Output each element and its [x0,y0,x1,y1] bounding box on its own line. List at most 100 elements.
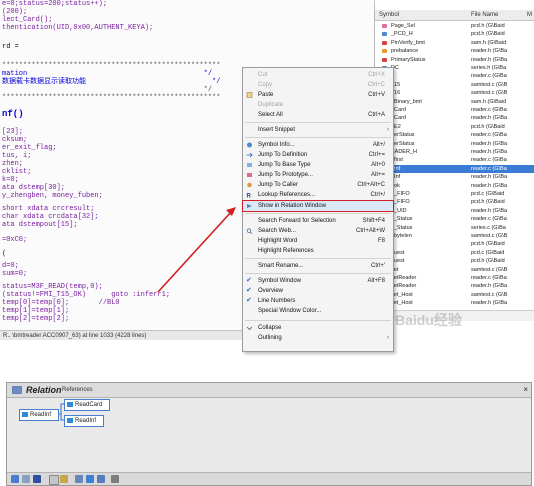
symbol-row[interactable]: dInf reader.c (G\Ba [375,164,534,173]
relation-node-child[interactable]: ReadCard [64,399,110,411]
symbol-row[interactable]: dreader.c (G\Ba [375,72,534,80]
symbol-row[interactable]: setReader reader.h (G\Ba [375,282,534,290]
menu-item-paste[interactable]: Paste Ctrl+V [243,90,393,100]
code-line: temp[0]=temp[0]; //BL0 [2,299,120,307]
symbol-row[interactable]: set_Host reader.h (G\Ba [375,299,534,307]
symbol-row[interactable]: dCard reader.h (G\Ba [375,114,534,122]
gear-icon[interactable] [111,475,119,483]
symbol-table-header: Symbol File Name M [375,10,534,21]
menu-item-smart-rename[interactable]: Smart Rename... Ctrl+' [243,261,393,271]
symbol-row[interactable]: d_FIFO pcd.c (G\Baid [375,190,534,198]
symbol-row[interactable]: v_Status series.c (G\Ba [375,224,534,232]
symbol-row[interactable]: derStatus reader.h (G\Ba [375,140,534,148]
menu-item-search-web[interactable]: Search Web... Ctrl+Alt+W [243,226,393,236]
svg-text:R: R [247,194,252,199]
tree-icon[interactable] [97,475,105,483]
settings-icon[interactable] [60,475,68,483]
symbol-file: reader.h (G\Ba [471,207,508,214]
references-icon: R [247,194,252,199]
menu-item-jump-to-prototype[interactable]: Jump To Prototype... Alt+= [243,170,393,180]
symbol-file: pcd.h (G\Baid [471,258,505,265]
symbol-row[interactable]: prebalance reader.h (G\Ba [375,47,534,55]
menu-item-highlight-word[interactable]: Highlight Word F8 [243,236,393,246]
base-type-icon [247,163,252,167]
column-header-file-name[interactable]: File Name [471,10,498,20]
code-line: temp[2]=temp[2]; [2,315,70,323]
menu-item-cut[interactable]: Cut Ctrl+X [243,70,393,80]
code-line: tus, i; [2,152,32,160]
symbol-row[interactable]: dInf reader.h (G\Ba [375,173,534,181]
menu-item-jump-to-base-type[interactable]: Jump To Base Type Alt+0 [243,160,393,170]
symbol-row[interactable]: setReader reader.c (G\Ba [375,274,534,282]
symbol-type-icon [382,57,387,62]
code-line: temp[1]=temp[1]; [2,307,70,315]
search-icon[interactable] [22,475,30,483]
symbol-name: dBinary_bmt [391,98,422,105]
symbol-row[interactable]: EADER_H reader.h (G\Ba [375,148,534,156]
code-line: ( [2,250,7,258]
symbol-row[interactable]: d16 samtest.c (G\B [375,89,534,97]
menu-item-line-numbers[interactable]: ✔ Line Numbers [243,296,393,306]
menu-item-collapse[interactable]: Collapse [243,323,393,333]
symbol-row[interactable]: PinVerify_bmt sam.h (G\Baid [375,39,534,47]
column-header-symbol[interactable]: Symbol [379,10,399,20]
menu-item-search-forward[interactable]: Search Forward for Selection Shift+F4 [243,216,393,226]
symbol-row[interactable]: d_FIFO pcd.h (G\Baid [375,198,534,206]
symbol-row[interactable]: d_UID reader.h (G\Ba [375,207,534,215]
symbol-row[interactable]: v_Status reader.c (G\Ba [375,215,534,223]
symbol-row[interactable]: DC series.h (G\Ba [375,64,534,72]
menu-item-special-window-color[interactable]: Special Window Color... [243,306,393,316]
refresh-icon[interactable] [11,475,19,483]
symbol-row[interactable]: set_Host samtest.c (G\B [375,291,534,299]
menu-item-highlight-references[interactable]: Highlight References [243,246,393,256]
layout-icon[interactable] [75,475,83,483]
menu-item-overview[interactable]: ✔ Overview [243,286,393,296]
symbol-row[interactable]: quest pcd.h (G\Baid [375,257,534,265]
symbol-row[interactable]: Page_Sel pcd.h (G\Baid [375,22,534,30]
column-header-m[interactable]: M [527,10,532,20]
menu-item-show-in-relation-window[interactable]: Show in Relation Window [242,200,394,212]
relation-node-child[interactable]: ReadInf [64,415,104,427]
symbol-row[interactable]: derStatus reader.c (G\Ba [375,131,534,139]
symbol-row[interactable]: dBinary_bmt sam.h (G\Baid [375,98,534,106]
symbol-file: reader.c (G\Ba [471,157,507,164]
symbol-row[interactable]: dok reader.h (G\Ba [375,182,534,190]
relation-graph[interactable]: ReadInf ReadCard ReadInf [7,398,531,472]
symbol-name: prebalance [391,48,419,55]
menu-item-jump-to-caller[interactable]: Jump To Caller Ctrl+Alt+C [243,180,393,190]
menu-item-lookup-references[interactable]: R Lookup References... Ctrl+/ [243,190,393,200]
symbol-row[interactable]: quest pcd.c (G\Baid [375,249,534,257]
symbol-row[interactable]: PrimaryStatus reader.h (G\Ba [375,56,534,64]
symbol-panel[interactable]: Symbol File Name M Page_Sel pcd.h (G\Baid… [374,5,534,335]
web-search-icon [246,228,253,234]
close-icon[interactable]: × [523,385,528,394]
code-line: k=0; [2,176,19,184]
symbol-row[interactable]: dE2 pcd.h (G\Baid [375,123,534,131]
symbol-row[interactable]: dCard reader.c (G\Ba [375,106,534,114]
code-line: lect_Card(); [2,16,53,24]
symbol-row[interactable]: d15 samtest.c (G\B [375,81,534,89]
menu-item-duplicate[interactable]: Duplicate [243,100,393,110]
symbol-row[interactable]: set samtest.c (G\B [375,266,534,274]
relation-window: Relation References × ReadInf ReadCard R… [6,382,532,486]
symbol-row[interactable]: _bytelen samtest.c (G\B [375,232,534,240]
menu-item-jump-to-definition[interactable]: Jump To Definition Ctrl+= [243,150,393,160]
menu-item-outlining[interactable]: Outlining › [243,333,393,343]
menu-item-select-all[interactable]: Select All Ctrl+A [243,110,393,120]
menu-item-symbol-window[interactable]: ✔ Symbol Window Alt+F8 [243,276,393,286]
menu-item-insert-snippet[interactable]: Insert Snippet › [243,125,393,135]
code-line: */ [2,86,213,94]
menu-item-symbol-info[interactable]: Symbol Info... Alt+/ [243,140,393,150]
menu-item-copy[interactable]: Copy Ctrl+C [243,80,393,90]
symbol-row[interactable]: qpcd.h (G\Baid [375,240,534,248]
symbol-row[interactable]: _PCD_H pcd.h (G\Baid [375,30,534,38]
references-icon[interactable] [33,475,41,483]
symbol-row[interactable]: dfirst reader.c (G\Ba [375,156,534,164]
symbol-name: setReader [391,283,417,290]
code-line: =0xC0; [2,236,28,244]
relation-toolbar [7,472,531,485]
graph-icon[interactable] [86,475,94,483]
symbol-name: set_Host [391,291,413,298]
relation-node-root[interactable]: ReadInf [19,409,59,421]
prototype-icon [247,173,252,177]
